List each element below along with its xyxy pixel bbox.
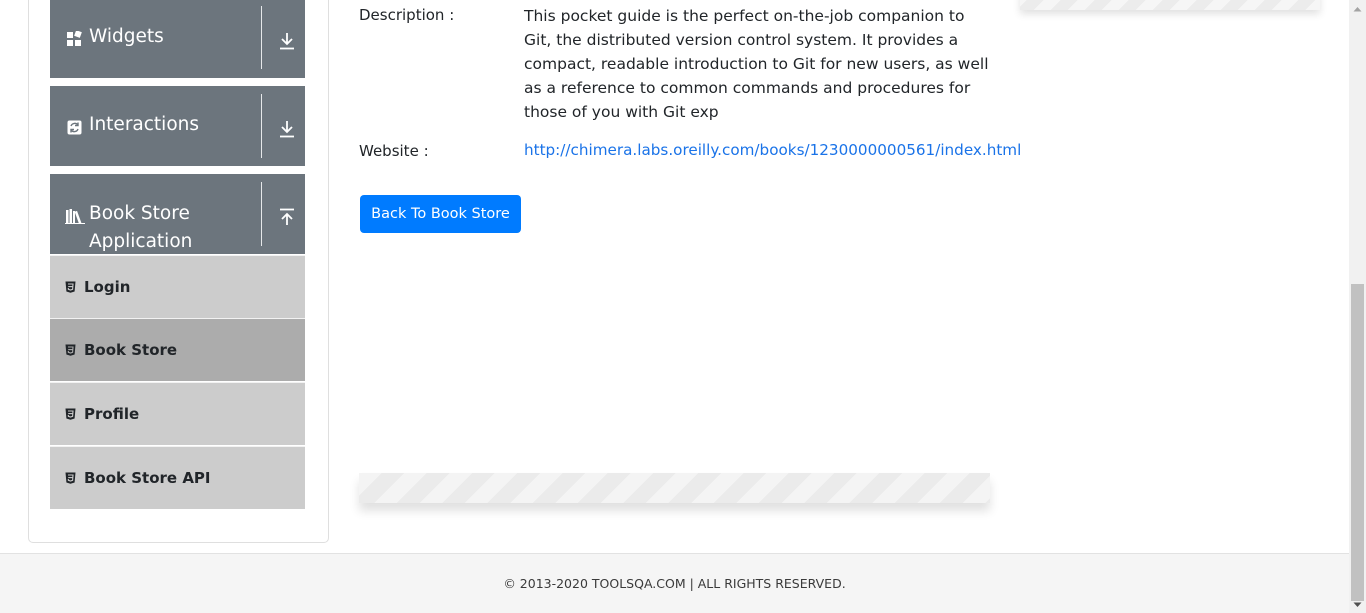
copyright-text: © 2013-2020 TOOLSQA.COM | ALL RIGHTS RES…: [503, 576, 846, 591]
sidebar-item-label: Book Store API: [84, 469, 211, 487]
divider: [261, 182, 262, 246]
html5-icon: [65, 281, 76, 293]
description-value: This pocket guide is the perfect on-the-…: [524, 7, 989, 121]
sidebar-item-label: Book Store: [84, 341, 178, 359]
back-to-book-store-button[interactable]: Back To Book Store: [360, 195, 521, 233]
footer: © 2013-2020 TOOLSQA.COM | ALL RIGHTS RES…: [0, 553, 1349, 613]
sidebar-group-label-line1: Book Store: [89, 203, 190, 224]
scroll-down-arrow-icon[interactable]: [1349, 596, 1366, 613]
sidebar-group-label-line2: Application: [89, 231, 193, 252]
widgets-icon: [66, 30, 83, 47]
ad-banner: [359, 473, 990, 503]
sidebar-item-profile[interactable]: Profile: [50, 382, 305, 445]
collapse-up-icon[interactable]: [276, 206, 298, 228]
description-label: Description :: [359, 6, 455, 24]
divider: [261, 94, 262, 158]
ad-banner-right: [1020, 0, 1320, 10]
sidebar-group-label: Widgets: [89, 26, 164, 47]
scrollbar-thumb[interactable]: [1351, 284, 1364, 601]
sidebar-group-book-store-application[interactable]: Book Store Application: [50, 174, 305, 254]
books-icon: [65, 207, 85, 224]
sidebar-item-book-store[interactable]: Book Store: [50, 318, 305, 381]
sidebar-item-login[interactable]: Login: [50, 255, 305, 318]
interactions-icon: [66, 119, 83, 136]
html5-icon: [65, 408, 76, 420]
html5-icon: [65, 472, 76, 484]
sidebar-group-interactions[interactable]: Interactions: [50, 86, 305, 166]
website-link[interactable]: http://chimera.labs.oreilly.com/books/12…: [524, 141, 1021, 159]
sidebar-item-label: Login: [84, 278, 131, 296]
html5-icon: [65, 344, 76, 356]
expand-down-icon[interactable]: [276, 118, 298, 140]
scroll-up-arrow-icon[interactable]: [1349, 0, 1366, 17]
sidebar-item-label: Profile: [84, 405, 140, 423]
expand-down-icon[interactable]: [276, 30, 298, 52]
divider: [261, 6, 262, 69]
sidebar-group-label: Interactions: [89, 114, 200, 135]
sidebar-group-widgets[interactable]: Widgets: [50, 0, 305, 78]
sidebar-item-book-store-api[interactable]: Book Store API: [50, 446, 305, 509]
website-label: Website :: [359, 142, 429, 160]
